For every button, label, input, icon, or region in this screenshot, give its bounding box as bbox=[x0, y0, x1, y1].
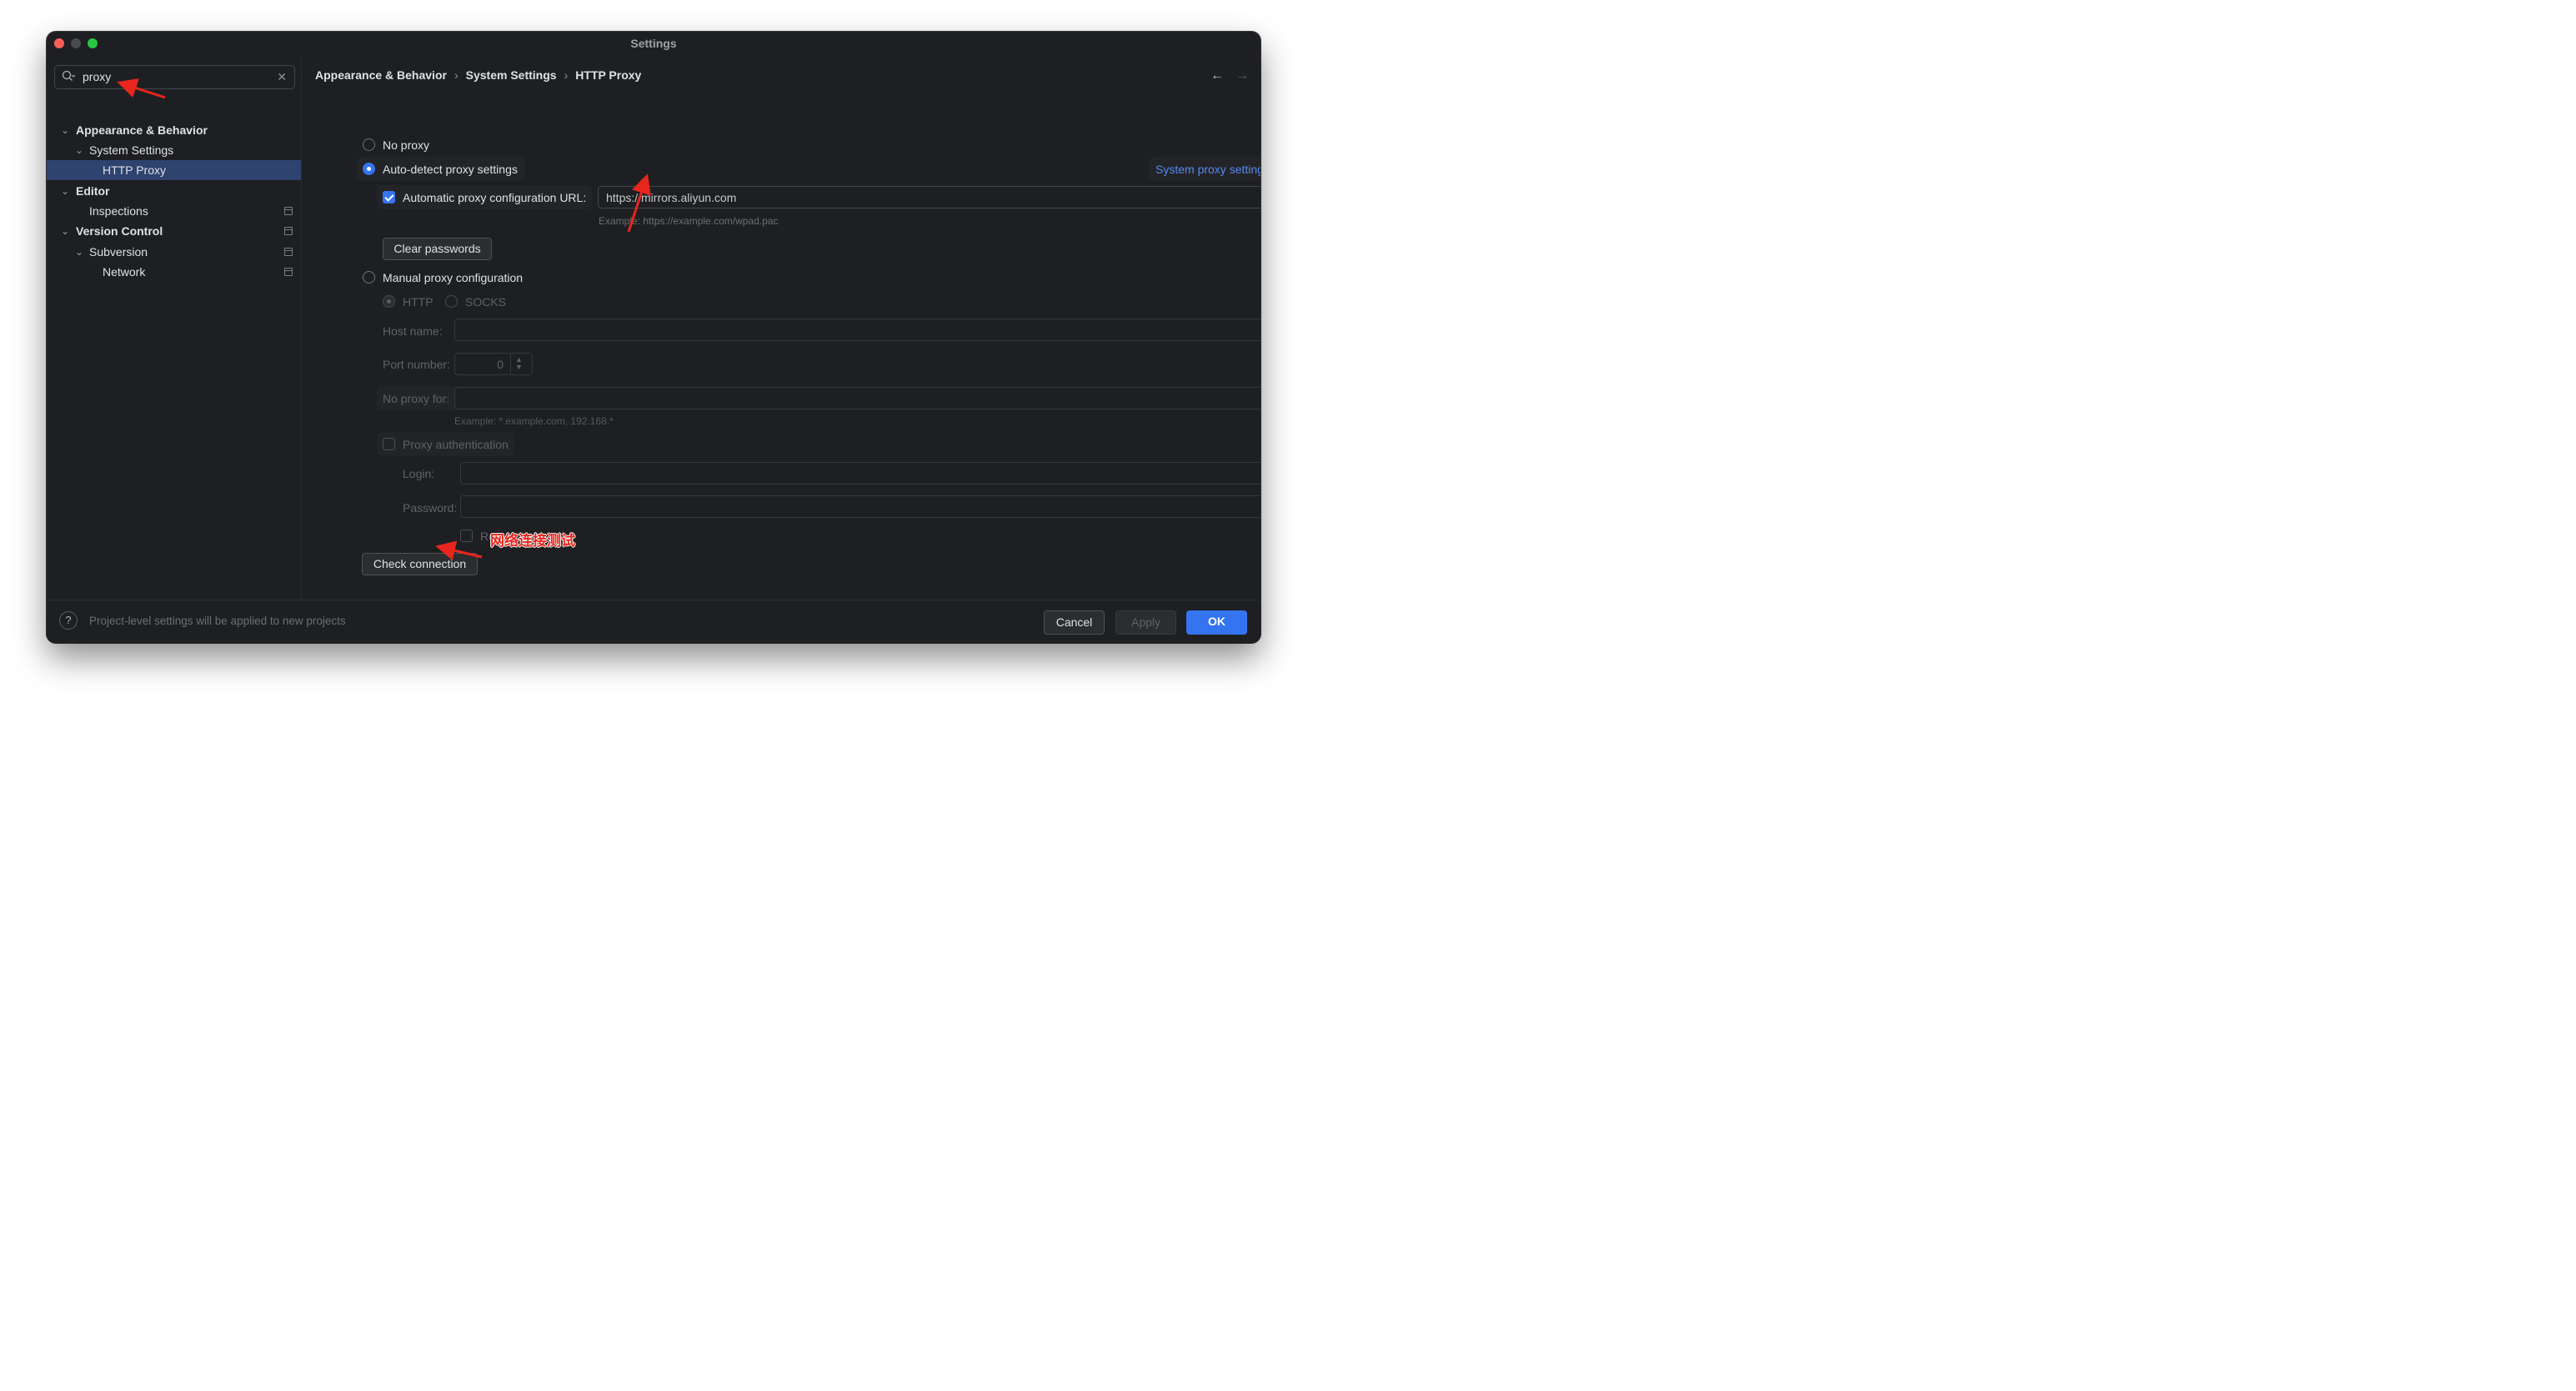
remember-checkbox[interactable] bbox=[460, 530, 473, 542]
no-proxy-label[interactable]: No proxy bbox=[383, 138, 429, 152]
search-icon bbox=[62, 70, 76, 81]
chevron-down-icon[interactable]: ⌄ bbox=[75, 140, 83, 160]
auto-config-url-field[interactable]: https://mirrors.aliyun.com bbox=[598, 186, 1260, 208]
no-proxy-for-field[interactable]: ⤢ bbox=[454, 387, 1260, 409]
proxy-auth-label: Proxy authentication bbox=[403, 438, 509, 451]
cancel-button[interactable]: Cancel bbox=[1044, 610, 1105, 635]
sidebar-item-appearance-behavior[interactable]: ⌄ Appearance & Behavior bbox=[47, 120, 301, 140]
sidebar-item-label: Inspections bbox=[89, 204, 148, 218]
sidebar-item-label: Appearance & Behavior bbox=[76, 123, 208, 137]
password-label: Password: bbox=[403, 501, 458, 515]
history-navigation: ← → bbox=[1210, 68, 1249, 83]
chevron-down-icon[interactable]: ⌄ bbox=[61, 120, 69, 140]
chevron-right-icon: › bbox=[564, 68, 569, 82]
settings-content: Appearance & Behavior › System Settings › HT… bbox=[302, 55, 1260, 600]
footer-note: Project-level settings will be applied t… bbox=[89, 615, 346, 627]
back-arrow-icon[interactable]: ← bbox=[1210, 68, 1224, 83]
sidebar-item-label: Version Control bbox=[76, 224, 163, 238]
auto-config-hint: Example: https://example.com/wpad.pac bbox=[599, 215, 779, 227]
sidebar-item-http-proxy[interactable]: HTTP Proxy bbox=[47, 160, 301, 180]
breadcrumb-item: HTTP Proxy bbox=[575, 68, 642, 82]
check-connection-button[interactable]: Check connection bbox=[362, 553, 478, 575]
sidebar-item-version-control[interactable]: ⌄ Version Control bbox=[47, 221, 301, 241]
sidebar-item-system-settings[interactable]: ⌄ System Settings bbox=[47, 140, 301, 160]
stepper-divider bbox=[510, 354, 511, 374]
close-window-button[interactable] bbox=[54, 38, 64, 48]
password-field[interactable] bbox=[460, 495, 1260, 518]
port-number-value[interactable]: 0 bbox=[497, 358, 504, 371]
auto-detect-label[interactable]: Auto-detect proxy settings bbox=[383, 163, 518, 176]
ok-button[interactable]: OK bbox=[1186, 610, 1247, 635]
socks-radio[interactable] bbox=[445, 295, 458, 308]
zoom-window-button[interactable] bbox=[88, 38, 98, 48]
sidebar-item-inspections[interactable]: Inspections bbox=[47, 201, 301, 221]
sidebar-item-editor[interactable]: ⌄ Editor bbox=[47, 181, 301, 201]
chevron-down-icon[interactable]: ⌄ bbox=[61, 181, 69, 201]
auto-detect-radio[interactable] bbox=[363, 163, 375, 175]
http-radio[interactable] bbox=[383, 295, 395, 308]
minimize-window-button[interactable] bbox=[71, 38, 81, 48]
window-title: Settings bbox=[630, 37, 677, 50]
sidebar-item-label: System Settings bbox=[89, 143, 174, 157]
auto-config-url-value[interactable]: https://mirrors.aliyun.com bbox=[606, 191, 736, 204]
proxy-auth-checkbox[interactable] bbox=[383, 438, 395, 450]
manual-proxy-radio[interactable] bbox=[363, 271, 375, 284]
login-label: Login: bbox=[403, 467, 435, 480]
apply-button[interactable]: Apply bbox=[1115, 610, 1176, 635]
manual-proxy-label[interactable]: Manual proxy configuration bbox=[383, 271, 523, 284]
close-icon[interactable]: ✕ bbox=[277, 70, 287, 84]
port-number-stepper[interactable]: 0 ▲ ▼ bbox=[454, 353, 533, 375]
chevron-right-icon: › bbox=[454, 68, 459, 82]
stepper-arrows-icon[interactable]: ▲ ▼ bbox=[515, 356, 523, 371]
search-field[interactable]: proxy ✕ bbox=[54, 65, 295, 89]
sidebar-item-label: Subversion bbox=[89, 245, 148, 259]
breadcrumb: Appearance & Behavior › System Settings › HT… bbox=[315, 68, 641, 82]
http-label: HTTP bbox=[403, 295, 434, 309]
port-number-label: Port number: bbox=[383, 358, 450, 371]
no-proxy-radio[interactable] bbox=[363, 138, 375, 151]
project-scope-icon bbox=[284, 248, 293, 256]
forward-arrow-icon[interactable]: → bbox=[1235, 68, 1249, 83]
auto-config-label[interactable]: Automatic proxy configuration URL: bbox=[403, 191, 586, 204]
socks-label: SOCKS bbox=[465, 295, 507, 309]
system-proxy-settings-link[interactable]: System proxy settings... ↗ bbox=[1155, 163, 1260, 177]
no-proxy-for-hint: Example: *.example.com, 192.168.* bbox=[454, 415, 614, 427]
sidebar-item-network[interactable]: Network bbox=[47, 262, 301, 282]
chevron-down-icon[interactable]: ⌄ bbox=[75, 242, 83, 262]
project-scope-icon bbox=[284, 227, 293, 235]
sidebar-item-label: Network bbox=[103, 265, 146, 279]
no-proxy-for-label: No proxy for: bbox=[383, 392, 450, 405]
sidebar-item-label: HTTP Proxy bbox=[103, 163, 166, 177]
host-name-field[interactable] bbox=[454, 319, 1260, 341]
help-icon[interactable]: ? bbox=[59, 611, 78, 630]
annotation-label: 网络连接测试 bbox=[490, 533, 575, 550]
settings-window: Settings proxy ✕ ⌄ Appearance & Behavior… bbox=[47, 32, 1260, 643]
breadcrumb-item[interactable]: Appearance & Behavior bbox=[315, 68, 447, 82]
host-name-label: Host name: bbox=[383, 324, 443, 338]
dialog-footer: ? Project-level settings will be applied… bbox=[47, 600, 1260, 643]
project-scope-icon bbox=[284, 268, 293, 276]
clear-passwords-button[interactable]: Clear passwords bbox=[383, 238, 492, 260]
sidebar-item-subversion[interactable]: ⌄ Subversion bbox=[47, 242, 301, 262]
chevron-down-icon[interactable]: ⌄ bbox=[61, 221, 69, 241]
login-field[interactable] bbox=[460, 462, 1260, 485]
sidebar-item-label: Editor bbox=[76, 184, 110, 198]
auto-config-checkbox[interactable] bbox=[383, 191, 395, 203]
settings-sidebar: proxy ✕ ⌄ Appearance & Behavior ⌄ System… bbox=[47, 55, 302, 600]
project-scope-icon bbox=[284, 207, 293, 215]
breadcrumb-item[interactable]: System Settings bbox=[466, 68, 557, 82]
search-input[interactable]: proxy bbox=[83, 70, 111, 83]
